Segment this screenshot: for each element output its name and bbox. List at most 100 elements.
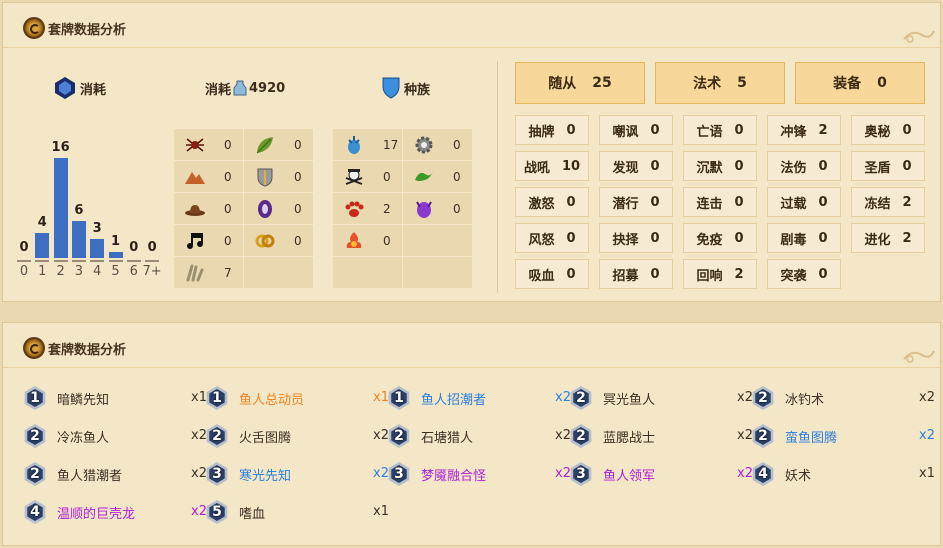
stat-cell: 0 xyxy=(244,161,313,192)
stat-cell: 0 xyxy=(333,161,402,192)
card-name[interactable]: 妖术 xyxy=(785,465,905,484)
keyword-label: 激怒 xyxy=(528,196,555,212)
murloc-icon xyxy=(343,134,365,156)
keyword-count-box: 连击 0 xyxy=(683,187,757,217)
keyword-label: 抉择 xyxy=(612,232,639,248)
card-list-item[interactable]: 1 暗鳞先知 x1 xyxy=(23,383,207,413)
empty-cell xyxy=(244,257,313,288)
card-name[interactable]: 鱼人猎潮者 xyxy=(57,465,177,484)
panel-title-2: 套牌数据分析 xyxy=(3,337,943,368)
card-list-item[interactable]: 1 鱼人总动员 x1 xyxy=(205,383,389,413)
card-name[interactable]: 温顺的巨壳龙 xyxy=(57,503,177,522)
card-name[interactable]: 梦魇融合怪 xyxy=(421,465,541,484)
empty-cell xyxy=(403,257,472,288)
card-list-item[interactable]: 2 冥光鱼人 x2 xyxy=(569,383,753,413)
card-list-item[interactable]: 1 鱼人招潮者 x2 xyxy=(387,383,571,413)
card-list-item[interactable]: 2 冷冻鱼人 x2 xyxy=(23,421,207,451)
dust-label: 消耗 xyxy=(205,82,232,98)
card-name[interactable]: 暗鳞先知 xyxy=(57,389,177,408)
keyword-value: 0 xyxy=(566,266,576,282)
card-name[interactable]: 鱼人招潮者 xyxy=(421,389,541,408)
hearthstone-logo-icon xyxy=(23,17,45,39)
stat-cell: 0 xyxy=(403,129,472,160)
keyword-count-box: 招募 0 xyxy=(599,259,673,289)
card-list-item[interactable]: 3 寒光先知 x2 xyxy=(205,459,389,489)
card-list-item[interactable]: 2 冰钓术 x2 xyxy=(751,383,935,413)
card-list-item[interactable]: 2 火舌图腾 x2 xyxy=(205,421,389,451)
keyword-value: 0 xyxy=(902,122,912,138)
keyword-count-box: 抽牌 0 xyxy=(515,115,589,145)
keyword-value: 2 xyxy=(734,266,744,282)
card-name[interactable]: 寒光先知 xyxy=(239,465,359,484)
stat-value: 0 xyxy=(224,233,232,248)
chart-x-tick-label: 7+ xyxy=(142,264,162,279)
card-cost: 4 xyxy=(758,466,768,482)
card-cost: 1 xyxy=(212,390,222,406)
panel-title-text-2: 套牌数据分析 xyxy=(48,342,127,358)
keyword-label: 连击 xyxy=(696,196,723,212)
card-list-item[interactable]: 4 妖术 x1 xyxy=(751,459,935,489)
chart-data-label: 16 xyxy=(51,140,70,155)
stat-value: 2 xyxy=(383,201,391,216)
hat-icon xyxy=(184,198,206,220)
card-list-item[interactable]: 2 石塘猎人 x2 xyxy=(387,421,571,451)
card-cost: 2 xyxy=(394,428,404,444)
mech-gear-icon xyxy=(413,134,435,156)
card-name[interactable]: 鱼人总动员 xyxy=(239,389,359,408)
type-total-label: 装备 xyxy=(833,76,862,92)
keyword-value: 2 xyxy=(902,194,912,210)
card-name[interactable]: 蛮鱼图腾 xyxy=(785,427,905,446)
card-name[interactable]: 嗜血 xyxy=(239,503,359,522)
card-list-item[interactable]: 2 鱼人猎潮者 x2 xyxy=(23,459,207,489)
keyword-label: 招募 xyxy=(612,268,639,284)
race-shield-icon xyxy=(382,77,400,99)
stat-cell: 0 xyxy=(174,225,243,256)
card-count: x2 xyxy=(919,428,935,443)
card-name[interactable]: 冷冻鱼人 xyxy=(57,427,177,446)
keyword-label: 进化 xyxy=(864,232,891,248)
keyword-label: 战吼 xyxy=(523,160,550,176)
keyword-value: 0 xyxy=(566,122,576,138)
card-name[interactable]: 鱼人领军 xyxy=(603,465,723,484)
mana-cost-gem-icon: 1 xyxy=(205,386,229,410)
leaf-icon xyxy=(254,134,276,156)
scroll-ornament-icon xyxy=(903,350,935,363)
card-name[interactable]: 蓝腮战士 xyxy=(603,427,723,446)
card-cost: 3 xyxy=(394,466,404,482)
chart-axis-tick xyxy=(90,260,105,262)
mana-cost-gem-icon: 3 xyxy=(569,462,593,486)
claw-icon xyxy=(184,262,206,284)
stat-cell: 0 xyxy=(403,193,472,224)
keyword-count-box: 战吼 10 xyxy=(515,151,589,181)
card-name[interactable]: 火舌图腾 xyxy=(239,427,359,446)
keyword-count-box: 亡语 0 xyxy=(683,115,757,145)
card-list-item[interactable]: 3 梦魇融合怪 x2 xyxy=(387,459,571,489)
mana-cost-gem-icon: 5 xyxy=(205,500,229,524)
card-list-item[interactable]: 3 鱼人领军 x2 xyxy=(569,459,753,489)
stat-cell: 0 xyxy=(244,129,313,160)
card-list-item[interactable]: 5 嗜血 x1 xyxy=(205,497,389,527)
card-list-item[interactable]: 2 蛮鱼图腾 x2 xyxy=(751,421,935,451)
mana-cost-gem-icon: 3 xyxy=(205,462,229,486)
mana-curve-chart: 0 0 4 1 16 2 6 3 3 4 1 5 0 6 0 7+ xyxy=(11,123,169,293)
type-total-box: 法术 5 xyxy=(655,62,785,104)
chart-data-label: 6 xyxy=(74,202,84,218)
mana-cost-gem-icon: 2 xyxy=(205,424,229,448)
card-name[interactable]: 冰钓术 xyxy=(785,389,905,408)
card-name[interactable]: 冥光鱼人 xyxy=(603,389,723,408)
keyword-count-box: 潜行 0 xyxy=(599,187,673,217)
card-list-item[interactable]: 2 蓝腮战士 x2 xyxy=(569,421,753,451)
card-count: x1 xyxy=(919,466,935,481)
chart-bar xyxy=(35,233,50,258)
keyword-label: 抽牌 xyxy=(528,124,555,140)
stat-value: 0 xyxy=(453,201,461,216)
keyword-count-box: 风怒 0 xyxy=(515,223,589,253)
panel-title: 套牌数据分析 xyxy=(3,17,943,48)
keyword-value: 2 xyxy=(902,230,912,246)
keyword-label: 剧毒 xyxy=(780,232,807,248)
card-name[interactable]: 石塘猎人 xyxy=(421,427,541,446)
chart-bar xyxy=(53,158,68,258)
hearthstone-logo-icon xyxy=(23,337,45,359)
card-list-item[interactable]: 4 温顺的巨壳龙 x2 xyxy=(23,497,207,527)
keyword-value: 0 xyxy=(734,194,744,210)
